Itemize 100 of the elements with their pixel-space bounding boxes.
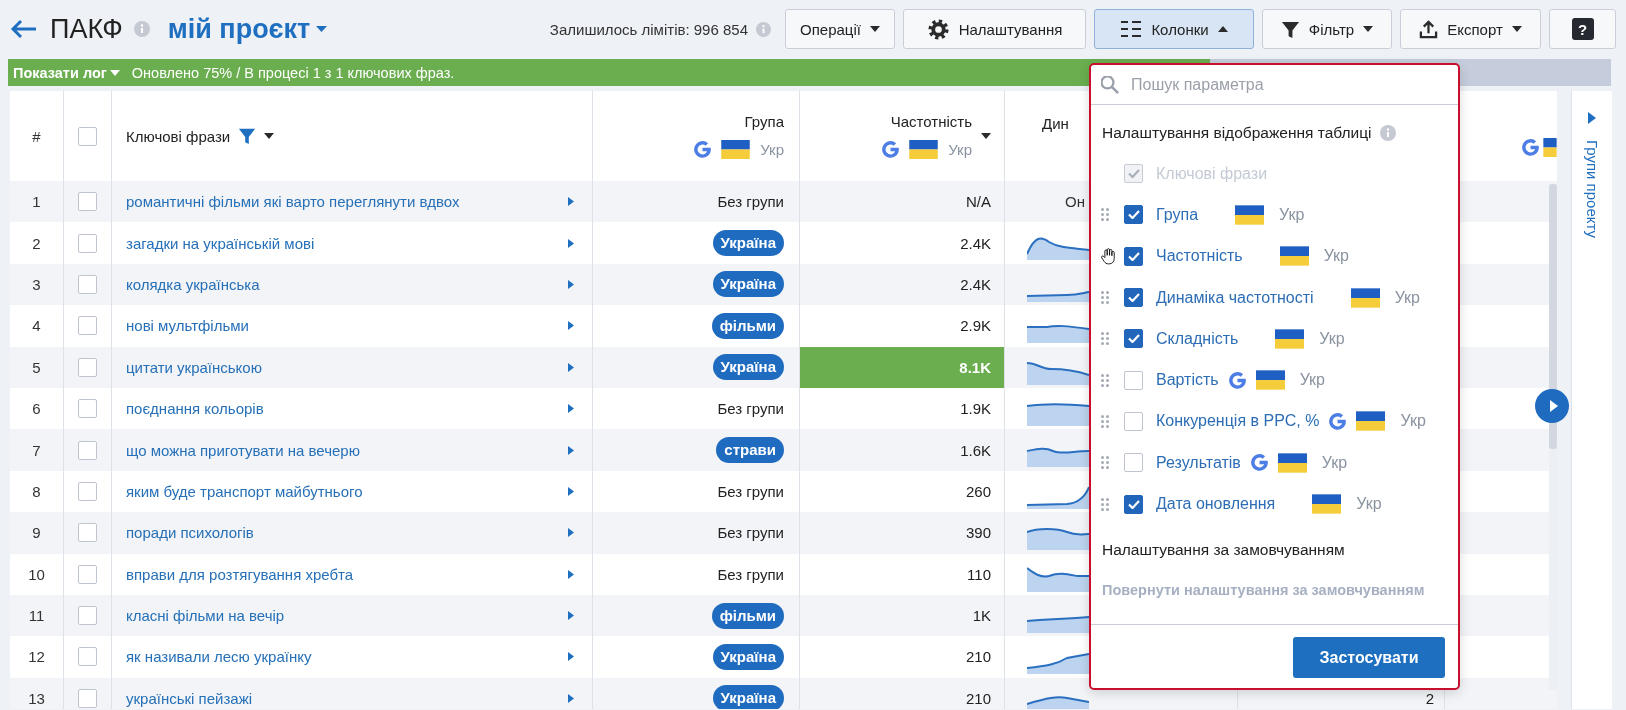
column-header[interactable]: Група — [744, 113, 784, 130]
project-groups-tab[interactable]: Групи проекту — [1583, 140, 1601, 239]
group-tag[interactable]: Україна — [712, 230, 784, 257]
expand-caret-icon[interactable] — [568, 611, 574, 621]
expand-caret-icon[interactable] — [568, 404, 574, 414]
drag-handle-icon[interactable] — [1101, 332, 1109, 346]
expand-caret-icon[interactable] — [568, 321, 574, 331]
flag-icon — [1275, 328, 1305, 349]
expand-caret-icon[interactable] — [568, 528, 574, 538]
column-header[interactable]: Частотність — [890, 113, 972, 130]
operations-button[interactable]: Операції — [785, 9, 895, 49]
drag-handle-icon[interactable] — [1101, 291, 1109, 305]
row-checkbox[interactable] — [78, 606, 97, 626]
columns-button[interactable]: Колонки — [1094, 9, 1254, 49]
back-arrow-icon[interactable] — [9, 18, 37, 40]
drag-handle-icon[interactable] — [1101, 373, 1109, 387]
row-number: 9 — [32, 524, 41, 542]
row-checkbox[interactable] — [78, 564, 97, 584]
column-checkbox[interactable] — [1124, 494, 1143, 514]
column-option-label[interactable]: Динаміка частотності — [1156, 288, 1314, 307]
keyword-link[interactable]: що можна приготувати на вечерю — [126, 441, 360, 459]
column-option-label[interactable]: Частотність — [1156, 247, 1243, 266]
expand-caret-icon[interactable] — [568, 445, 574, 455]
frequency-cell: 110 — [800, 553, 1005, 595]
filter-icon[interactable] — [238, 127, 257, 145]
drag-handle-icon[interactable] — [1101, 208, 1109, 222]
group-tag[interactable]: страви — [716, 437, 784, 464]
project-dropdown[interactable]: мій проєкт — [167, 13, 328, 45]
row-checkbox[interactable] — [78, 440, 97, 460]
help-button[interactable]: ? — [1549, 9, 1616, 49]
keyword-link[interactable]: українські пейзажі — [126, 689, 252, 707]
keyword-link[interactable]: нові мультфільми — [126, 317, 249, 335]
region-label: Укр — [1299, 371, 1325, 390]
keyword-link[interactable]: цитати українською — [126, 358, 262, 376]
frequency-cell: 210 — [800, 677, 1005, 709]
row-checkbox[interactable] — [78, 481, 97, 501]
search-field[interactable]: Пошук параметра — [1131, 70, 1431, 99]
group-tag[interactable]: фільми — [711, 312, 784, 339]
column-option-label[interactable]: Вартість — [1156, 371, 1219, 390]
keyword-link[interactable]: поради психологів — [126, 524, 254, 542]
row-checkbox[interactable] — [78, 274, 97, 294]
apply-button[interactable]: Застосувати — [1293, 637, 1445, 678]
row-checkbox[interactable] — [78, 316, 97, 336]
column-checkbox[interactable] — [1124, 205, 1143, 225]
column-option-label[interactable]: Група — [1156, 205, 1199, 224]
column-option-label[interactable]: Складність — [1156, 329, 1239, 348]
column-header[interactable]: Ключові фрази — [126, 127, 231, 145]
expand-button[interactable] — [1535, 389, 1569, 423]
row-checkbox[interactable] — [78, 688, 97, 708]
group-tag[interactable]: Україна — [712, 685, 784, 709]
keyword-link[interactable]: яким буде транспорт майбутнього — [126, 482, 363, 500]
column-option-label[interactable]: Результатів — [1156, 453, 1241, 472]
keyword-link[interactable]: класні фільми на вечір — [126, 607, 285, 625]
row-checkbox[interactable] — [78, 399, 97, 419]
column-checkbox[interactable] — [1124, 370, 1143, 390]
group-tag[interactable]: фільми — [711, 602, 784, 629]
group-tag[interactable]: Україна — [712, 354, 784, 381]
row-checkbox[interactable] — [78, 233, 97, 253]
flag-icon — [1350, 287, 1380, 308]
show-log-button[interactable]: Показати лог — [13, 64, 120, 81]
column-checkbox[interactable] — [1124, 453, 1143, 473]
keyword-link[interactable]: вправи для розтягування хребта — [126, 565, 354, 583]
column-option-label[interactable]: Дата оновлення — [1156, 495, 1276, 513]
column-checkbox[interactable] — [1124, 246, 1143, 266]
keyword-link[interactable]: романтичні фільми які варто переглянути вдвох — [126, 193, 460, 211]
column-checkbox[interactable] — [1124, 288, 1143, 308]
keyword-link[interactable]: загадки на українській мові — [126, 234, 315, 252]
keyword-link[interactable]: поєднання кольорів — [126, 400, 264, 418]
caret-icon — [316, 26, 328, 32]
frequency-cell: 2.9K — [800, 305, 1005, 347]
row-checkbox[interactable] — [78, 523, 97, 543]
row-checkbox[interactable] — [78, 647, 97, 667]
drag-handle-icon[interactable] — [1101, 414, 1109, 428]
expand-caret-icon[interactable] — [568, 652, 574, 662]
drag-handle-icon[interactable] — [1101, 497, 1109, 511]
row-checkbox[interactable] — [78, 357, 97, 377]
expand-caret-icon[interactable] — [568, 279, 574, 289]
column-header: # — [32, 127, 41, 145]
column-option-label[interactable]: Конкуренція в PPC, % — [1156, 412, 1320, 431]
sort-caret-icon[interactable] — [981, 133, 991, 139]
expand-caret-icon[interactable] — [568, 362, 574, 372]
column-header[interactable]: Дин — [1042, 115, 1069, 132]
filter-button[interactable]: Фільтр — [1262, 9, 1392, 49]
expand-caret-icon[interactable] — [568, 569, 574, 579]
row-checkbox[interactable] — [78, 192, 97, 212]
group-tag[interactable]: Україна — [712, 271, 784, 298]
group-tag[interactable]: Україна — [712, 644, 784, 670]
caret-icon[interactable] — [264, 133, 275, 139]
column-checkbox[interactable] — [1124, 411, 1143, 431]
expand-caret-icon[interactable] — [568, 486, 574, 496]
expand-caret-icon[interactable] — [568, 197, 574, 207]
expand-caret-icon[interactable] — [568, 693, 574, 703]
drag-handle-icon[interactable] — [1101, 456, 1109, 470]
expand-caret-icon[interactable] — [568, 238, 574, 248]
keyword-link[interactable]: як називали лесю українку — [126, 648, 312, 666]
column-checkbox[interactable] — [1124, 329, 1143, 349]
keyword-link[interactable]: колядка українська — [126, 275, 260, 293]
select-all-checkbox[interactable] — [78, 126, 97, 146]
export-button[interactable]: Експорт — [1400, 9, 1541, 49]
settings-button[interactable]: Налаштування — [903, 9, 1086, 49]
